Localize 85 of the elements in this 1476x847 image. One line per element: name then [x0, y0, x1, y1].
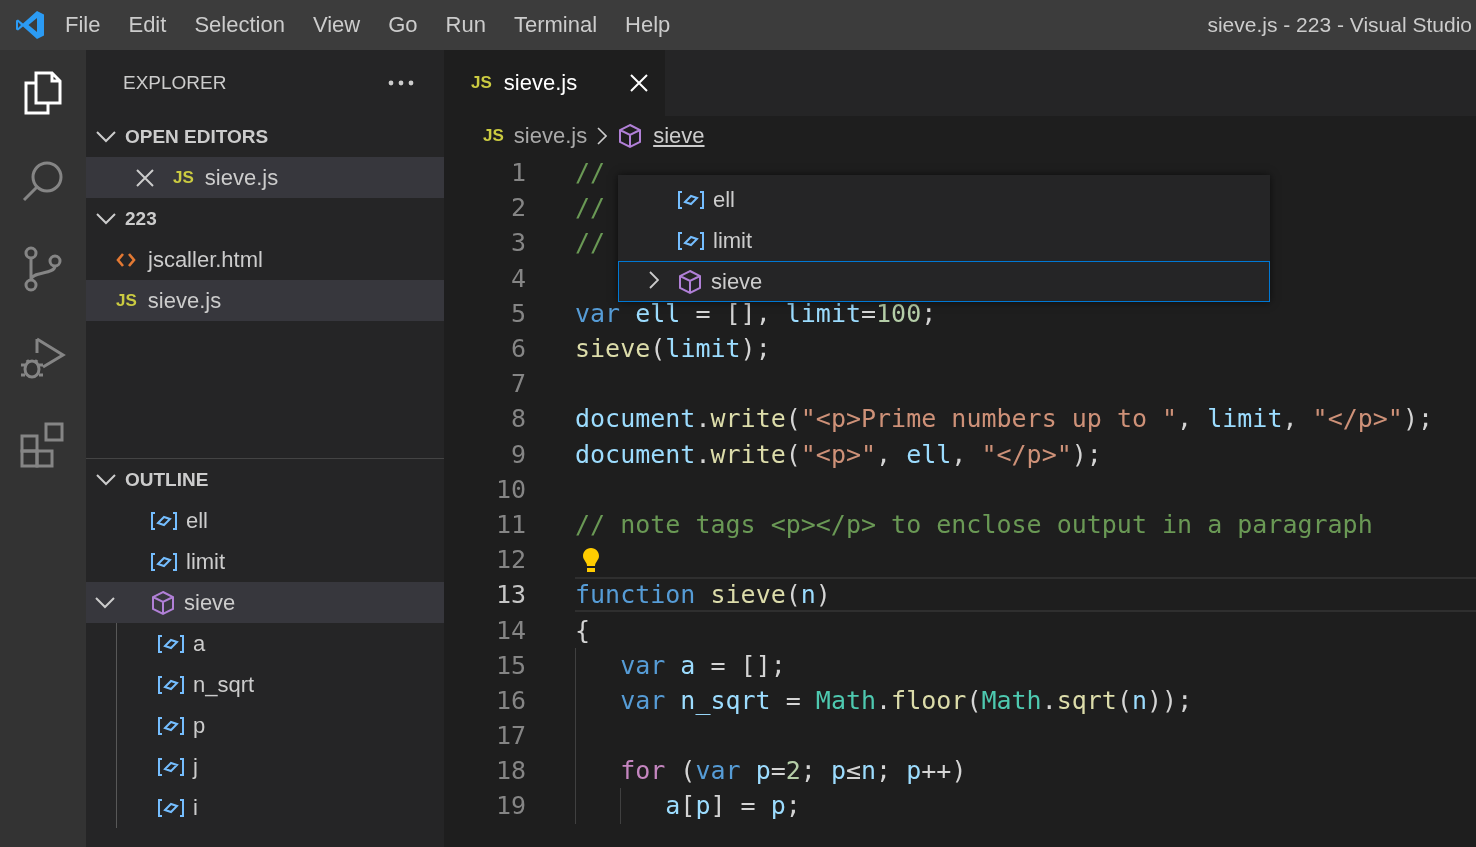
close-icon[interactable] [136, 168, 154, 187]
line-number: 19 [494, 791, 526, 821]
code-line: var n_sqrt = Math.floor(Math.sqrt(n)); [619, 685, 1193, 715]
variable-icon [677, 230, 705, 251]
lightbulb-icon[interactable] [582, 546, 600, 573]
outline-item[interactable]: ell [86, 500, 444, 541]
code-line: // [575, 228, 606, 258]
chevron-icon[interactable] [649, 270, 659, 289]
js-file-icon: JS [173, 167, 194, 188]
variable-icon [150, 510, 178, 531]
variable-icon [157, 756, 185, 777]
code-line: for (var p=2; p≤n; p++) [619, 756, 967, 786]
menu-item[interactable]: Selection [180, 12, 299, 38]
sidebar-title: EXPLORER [123, 72, 227, 94]
menu-item[interactable]: Go [374, 12, 432, 38]
variable-icon [150, 551, 178, 572]
line-number: 6 [509, 334, 526, 364]
line-number: 9 [509, 439, 526, 469]
explorer-row[interactable]: JS sieve.js [86, 157, 444, 198]
variable-icon [157, 797, 185, 818]
more-actions-icon[interactable] [388, 80, 414, 86]
line-number: 16 [494, 685, 526, 715]
line-number: 17 [494, 721, 526, 751]
line-number: 8 [509, 404, 526, 434]
code-line: sieve(limit); [575, 334, 771, 364]
variable-icon [157, 633, 185, 654]
code-line: a[p] = p; [664, 791, 801, 821]
editor-tab[interactable]: JS sieve.js [444, 50, 665, 116]
line-number: 3 [509, 228, 526, 258]
variable-icon [157, 674, 185, 695]
line-number: 5 [509, 298, 526, 328]
line-number: 4 [509, 263, 526, 293]
explorer-row[interactable]: jscaller.html [86, 239, 444, 280]
cube-icon [617, 122, 644, 149]
section-header[interactable]: 223 [86, 198, 444, 239]
section-header[interactable]: OPEN EDITORS [86, 116, 444, 157]
js-file-icon: JS [483, 125, 504, 146]
extensions-icon[interactable] [19, 421, 67, 469]
symbol-item[interactable]: sieve [618, 261, 1270, 302]
line-number: 1 [509, 158, 526, 188]
section-header[interactable]: OUTLINE [86, 458, 444, 500]
app-logo-icon [14, 9, 46, 41]
js-file-icon: JS [116, 290, 137, 311]
breadcrumb[interactable]: sieve.js [513, 122, 588, 149]
line-number: 12 [494, 545, 526, 575]
menu-item[interactable]: Run [431, 12, 500, 38]
code-line: var a = []; [619, 650, 786, 680]
line-number: 11 [494, 509, 526, 539]
cube-icon [677, 268, 703, 295]
menu-item[interactable]: View [298, 12, 375, 38]
line-number: 2 [509, 193, 526, 223]
line-number: 13 [494, 580, 526, 610]
menu-item[interactable]: File [61, 12, 115, 38]
symbol-item[interactable]: limit [618, 220, 1270, 261]
chevron-icon [597, 126, 608, 145]
html-file-icon [116, 251, 136, 268]
code-line: document.write("<p>", ell, "</p>"); [575, 439, 1102, 469]
symbol-item[interactable]: ell [618, 179, 1270, 220]
code-line: document.write("<p>Prime numbers up to ", limit, "</p>"); [575, 404, 1433, 434]
outline-item[interactable]: p [117, 705, 444, 746]
outline-item[interactable]: i [117, 787, 444, 828]
window-title: sieve.js - 223 - Visual Studio [1207, 13, 1473, 37]
code-line: // [575, 193, 606, 223]
line-number: 15 [494, 650, 526, 680]
outline-item[interactable]: a [117, 623, 444, 664]
outline-item[interactable]: j [117, 746, 444, 787]
line-number: 10 [494, 474, 526, 504]
line-number: 18 [494, 756, 526, 786]
line-number: 14 [494, 615, 526, 645]
code-line: // [575, 158, 606, 188]
cube-icon [150, 589, 176, 616]
code-line: // note tags <p></p> to enclose output in a paragraph [575, 509, 1373, 539]
outline-item[interactable]: n_sqrt [117, 664, 444, 705]
explorer-row[interactable]: JS sieve.js [86, 280, 444, 321]
menu-item[interactable]: Edit [114, 12, 181, 38]
variable-icon [157, 715, 185, 736]
menu-item[interactable]: Terminal [499, 12, 612, 38]
variable-icon [677, 189, 705, 210]
outline-item[interactable]: limit [86, 541, 444, 582]
menu-item[interactable]: Help [611, 12, 685, 38]
line-number: 7 [509, 369, 526, 399]
outline-item[interactable]: sieve [86, 582, 444, 623]
code-line: { [575, 615, 591, 645]
code-line: function sieve(n) [575, 580, 831, 610]
breadcrumb[interactable]: sieve [653, 122, 705, 149]
